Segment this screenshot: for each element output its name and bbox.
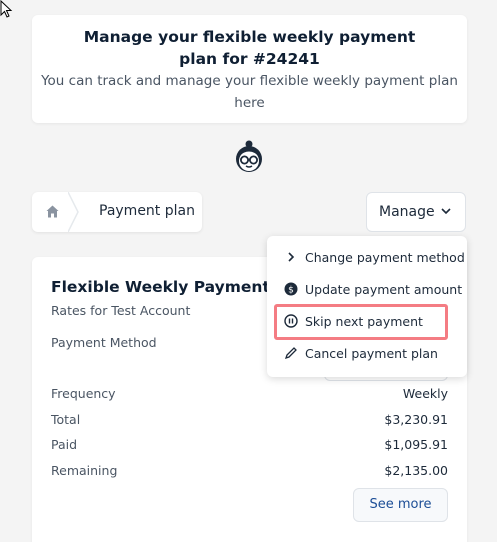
menu-item-change-payment-method[interactable]: Change payment method — [267, 244, 467, 272]
menu-item-label: Update payment amount — [305, 282, 463, 297]
detail-label: Remaining — [51, 463, 118, 478]
detail-value: $2,135.00 — [384, 463, 448, 478]
menu-item-update-payment-amount[interactable]: $ Update payment amount — [267, 276, 467, 304]
page-title: Manage your flexible weekly payment plan… — [83, 28, 416, 68]
detail-label: Total — [51, 412, 81, 427]
breadcrumb: Payment plan — [32, 192, 202, 232]
plan-title: Flexible Weekly Payment 24 — [51, 278, 297, 296]
detail-value: $3,230.91 — [384, 412, 448, 427]
menu-item-label: Cancel payment plan — [305, 346, 438, 361]
detail-value: Weekly — [402, 386, 448, 401]
breadcrumb-current: Payment plan — [99, 203, 195, 219]
detail-row-frequency: Frequency Weekly — [51, 386, 448, 404]
detail-label: Frequency — [51, 386, 116, 401]
chevron-down-icon — [441, 208, 451, 215]
breadcrumb-home[interactable] — [32, 192, 70, 232]
pause-circle-icon — [284, 314, 298, 328]
manage-button[interactable]: Manage — [366, 192, 466, 232]
pencil-icon — [284, 347, 297, 360]
detail-value: $1,095.91 — [384, 437, 448, 452]
detail-row-paid: Paid $1,095.91 — [51, 437, 448, 455]
menu-item-skip-next-payment[interactable]: Skip next payment — [267, 308, 467, 336]
breadcrumb-separator — [68, 192, 79, 232]
menu-item-label: Change payment method — [305, 250, 465, 265]
see-more-button[interactable]: See more — [353, 488, 448, 522]
header-card: Manage your flexible weekly payment plan… — [32, 15, 467, 123]
payment-method-label: Payment Method — [51, 335, 157, 350]
chevron-right-icon — [288, 252, 295, 262]
home-icon — [46, 205, 59, 218]
dollar-circle-icon: $ — [284, 282, 298, 296]
manage-dropdown-menu: Change payment method $ Update payment a… — [267, 236, 467, 377]
plan-subtitle: Rates for Test Account — [51, 303, 191, 318]
detail-label: Paid — [51, 437, 78, 452]
mascot-icon — [236, 140, 262, 172]
menu-item-label: Skip next payment — [305, 314, 423, 329]
page-subtitle: You can track and manage your flexible w… — [41, 73, 458, 111]
detail-row-total: Total $3,230.91 — [51, 412, 448, 430]
mouse-cursor-icon — [0, 0, 13, 18]
detail-row-remaining: Remaining $2,135.00 — [51, 463, 448, 481]
menu-item-cancel-payment-plan[interactable]: Cancel payment plan — [267, 340, 467, 368]
svg-text:$: $ — [288, 286, 294, 296]
manage-button-label: Manage — [379, 204, 435, 220]
